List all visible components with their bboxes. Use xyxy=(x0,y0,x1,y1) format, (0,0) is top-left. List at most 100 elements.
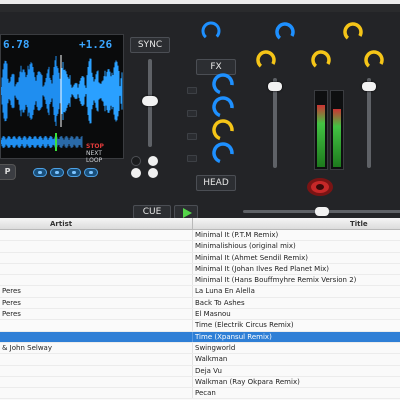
cell-separator xyxy=(192,342,193,354)
cell-separator xyxy=(192,230,193,241)
cell-separator xyxy=(192,331,193,342)
cell-separator xyxy=(192,320,193,331)
table-row[interactable]: Minimal It (Johan Ilves Red Planet Mix) xyxy=(0,263,400,276)
cell-title: Back To Ashes xyxy=(195,298,245,307)
dj-app: 6.78 +1.26 STOP NEXT LOOP P SYNC FX HEAD… xyxy=(0,0,400,400)
column-artist[interactable]: Artist xyxy=(50,220,72,228)
crossfader-handle[interactable] xyxy=(315,207,329,216)
cell-separator xyxy=(192,365,193,376)
eq-knob-b-icon[interactable] xyxy=(309,48,333,72)
fx-led-1 xyxy=(187,87,197,94)
pitch-slider-handle[interactable] xyxy=(142,96,158,106)
loop-next-label[interactable]: NEXT xyxy=(86,150,104,157)
table-row[interactable]: Deja Vu xyxy=(0,365,400,377)
stop-button[interactable]: P xyxy=(0,164,16,180)
loop-label[interactable]: LOOP xyxy=(86,157,104,164)
waveform-display[interactable] xyxy=(1,55,123,127)
library-header: Artist Title xyxy=(0,218,400,230)
cell-title: La Luna En Alella xyxy=(195,287,255,296)
gain-knob-a-icon[interactable] xyxy=(273,20,297,44)
table-row[interactable]: Peres La Luna En Alella xyxy=(0,286,400,298)
table-row[interactable]: Peres El Masnou xyxy=(0,309,400,321)
hotcue-1-button[interactable] xyxy=(33,168,47,177)
table-row[interactable]: Minimal It (Hans Bouffmyhre Remix Versio… xyxy=(0,275,400,287)
hotcue-3-button[interactable] xyxy=(67,168,81,177)
vu-meter-left xyxy=(314,90,328,170)
sync-button[interactable]: SYNC xyxy=(130,37,170,53)
table-row[interactable]: Minimal It (Ahmet Sendil Remix) xyxy=(0,252,400,264)
cell-separator xyxy=(192,376,193,388)
hotcue-4-button[interactable] xyxy=(84,168,98,177)
cell-title: Deja Vu xyxy=(195,366,222,375)
cell-title: Minimal It (P.T.M Remix) xyxy=(195,231,279,239)
cell-title: Minimal It (Johan Ilves Red Planet Mix) xyxy=(195,264,330,273)
table-row[interactable]: Minimalishious (original mix) xyxy=(0,241,400,253)
table-row[interactable]: Peres Back To Ashes xyxy=(0,297,400,310)
gain-knob-b-icon[interactable] xyxy=(341,20,365,44)
track-overview[interactable] xyxy=(1,133,83,151)
cell-separator xyxy=(192,252,193,263)
cell-separator xyxy=(192,354,193,365)
loop-controls[interactable]: STOP NEXT LOOP xyxy=(86,143,104,164)
table-row[interactable]: Pecan xyxy=(0,388,400,400)
hotcue-2-button[interactable] xyxy=(50,168,64,177)
fx-led-4 xyxy=(187,155,197,162)
volume-fader-b-track[interactable] xyxy=(367,78,371,168)
cell-separator xyxy=(192,388,193,399)
cell-artist: Peres xyxy=(2,310,21,319)
table-row[interactable]: Time (Xpansul Remix) xyxy=(0,331,400,343)
cell-artist: Peres xyxy=(2,298,21,307)
play-icon xyxy=(183,208,192,218)
cell-artist: Peres xyxy=(2,287,21,296)
fx-led-2 xyxy=(187,110,197,117)
cell-separator xyxy=(192,297,193,309)
volume-fader-a-handle[interactable] xyxy=(268,82,282,91)
table-row[interactable]: Minimal It (P.T.M Remix) xyxy=(0,230,400,242)
vu-meter-right xyxy=(330,90,344,170)
eq-knob-a-icon[interactable] xyxy=(254,48,278,72)
cue-button[interactable]: CUE xyxy=(133,205,171,219)
cell-separator xyxy=(192,241,193,252)
loop-stop-label[interactable]: STOP xyxy=(86,143,104,150)
pitch-bend-up-toggle[interactable] xyxy=(148,156,158,166)
volume-fader-b-handle[interactable] xyxy=(362,82,376,91)
keylock-toggle[interactable] xyxy=(131,156,141,166)
table-row[interactable]: & John Selway Swingworld xyxy=(0,342,400,355)
record-icon[interactable] xyxy=(305,177,335,197)
table-row[interactable]: Walkman (Ray Okpara Remix) xyxy=(0,376,400,389)
fx-param-4-icon[interactable] xyxy=(210,140,236,166)
headphone-button[interactable]: HEAD xyxy=(196,175,236,191)
pitch-bend-down-toggle[interactable] xyxy=(148,168,158,178)
waveform-panel: 6.78 +1.26 STOP NEXT LOOP xyxy=(0,34,124,164)
top-edge xyxy=(0,0,400,4)
cell-separator xyxy=(192,309,193,320)
cell-title: Swingworld xyxy=(195,343,236,352)
play-button[interactable] xyxy=(174,205,198,219)
tempo-readout: 6.78 xyxy=(3,38,30,51)
deck-area: 6.78 +1.26 STOP NEXT LOOP P SYNC FX HEAD… xyxy=(0,12,400,219)
column-title[interactable]: Title xyxy=(350,220,368,228)
cell-separator xyxy=(192,275,193,286)
column-divider[interactable] xyxy=(192,218,193,230)
volume-fader-a-track[interactable] xyxy=(273,78,277,168)
cell-title: Time (Electrik Circus Remix) xyxy=(195,321,294,330)
table-row[interactable]: Walkman xyxy=(0,354,400,366)
cell-title: Pecan xyxy=(195,389,216,398)
fx-knob-icon[interactable] xyxy=(200,20,222,42)
eq-knob-c-icon[interactable] xyxy=(362,48,386,72)
cell-title: Time (Xpansul Remix) xyxy=(195,332,272,341)
cell-title: Minimalishious (original mix) xyxy=(195,242,296,251)
cell-title: Walkman xyxy=(195,355,228,364)
fx-led-3 xyxy=(187,133,197,140)
table-row[interactable]: Time (Electrik Circus Remix) xyxy=(0,320,400,332)
top-bar xyxy=(0,0,400,12)
cell-separator xyxy=(192,286,193,297)
pitch-readout: +1.26 xyxy=(79,38,113,51)
track-list: Minimal It (P.T.M Remix) Minimalishious (… xyxy=(0,230,400,400)
cell-title: Walkman (Ray Okpara Remix) xyxy=(195,377,300,386)
pitch-range-toggle[interactable] xyxy=(131,168,141,178)
cell-separator xyxy=(192,263,193,275)
cell-title: Minimal It (Ahmet Sendil Remix) xyxy=(195,253,308,262)
cell-title: Minimal It (Hans Bouffmyhre Remix Versio… xyxy=(195,276,357,285)
track-library: Artist Title Minimal It (P.T.M Remix) Min… xyxy=(0,218,400,400)
